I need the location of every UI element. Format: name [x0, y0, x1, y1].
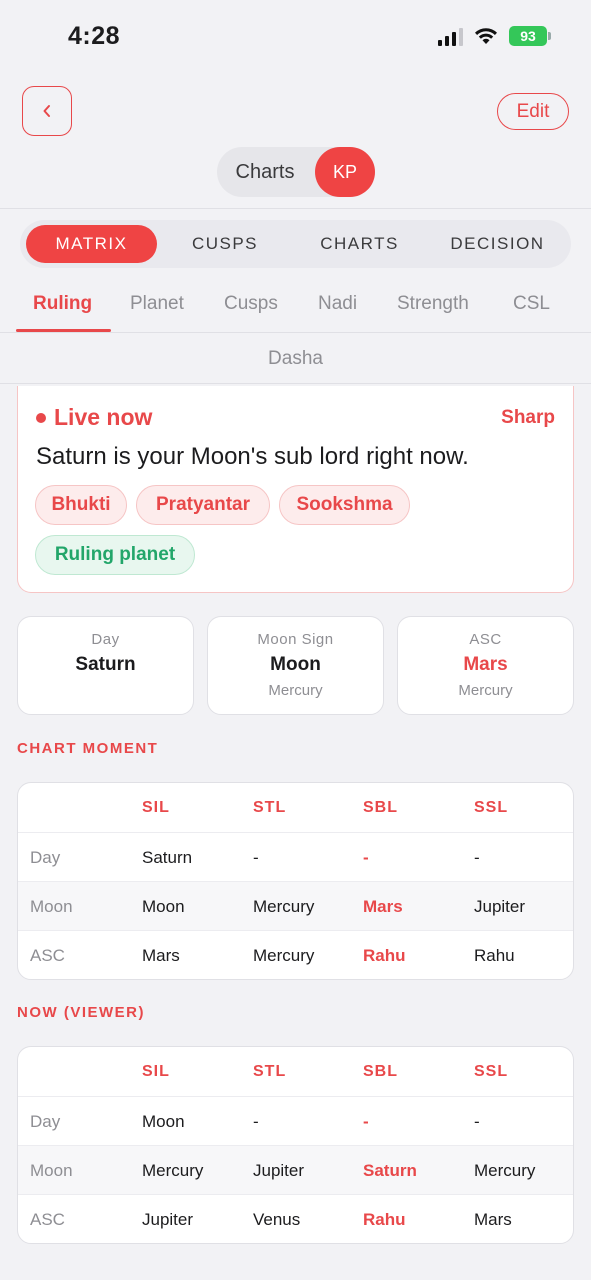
chip-pratyantar[interactable]: Pratyantar [136, 485, 270, 525]
row-label: Day [30, 1111, 61, 1131]
section-title-chart-moment: CHART MOMENT [17, 740, 159, 757]
row-label: Moon [30, 896, 73, 916]
main-tabs: MATRIX CUSPS CHARTS DECISION [20, 220, 571, 268]
divider [0, 332, 591, 333]
divider [0, 208, 591, 209]
subtab-ruling[interactable]: Ruling [33, 293, 92, 315]
chevron-left-icon [43, 105, 50, 117]
table-cell: Jupiter [142, 1209, 194, 1229]
table-row: Moon Mercury Jupiter Saturn Mercury [18, 1145, 573, 1194]
table-cell: Saturn [142, 847, 193, 867]
table-header-row: SIL STL SBL SSL [18, 783, 573, 832]
table-header: SBL [363, 1062, 398, 1080]
tab-matrix[interactable]: MATRIX [26, 225, 157, 263]
live-now-label: Live now [54, 404, 153, 430]
table-cell: Jupiter [253, 1160, 305, 1180]
table-cell: - [363, 1111, 369, 1131]
back-button[interactable] [22, 86, 72, 136]
chip-ruling-planet[interactable]: Ruling planet [35, 535, 195, 575]
row-label: Day [30, 847, 61, 867]
info-value: Moon [270, 654, 321, 675]
edit-button[interactable]: Edit [497, 93, 569, 130]
table-cell: Rahu [474, 945, 515, 965]
subtab-strength[interactable]: Strength [397, 293, 469, 315]
tab-decision[interactable]: DECISION [440, 220, 555, 268]
table-row: Day Moon - - - [18, 1096, 573, 1145]
status-time: 4:28 [68, 22, 121, 50]
subtab-cusps[interactable]: Cusps [224, 293, 278, 315]
table-cell: Jupiter [474, 896, 526, 916]
table-cell: - [253, 1111, 259, 1131]
battery-level: 93 [509, 26, 547, 46]
chip-sookshma[interactable]: Sookshma [279, 485, 410, 525]
table-header: SSL [474, 798, 509, 816]
info-card-moon-sign: Moon Sign Moon Mercury [207, 616, 384, 715]
live-now-title: Live now [36, 404, 152, 431]
table-cell: - [474, 1111, 480, 1131]
table-cell: - [474, 847, 480, 867]
chart-mode-segment: Charts KP [217, 147, 375, 197]
table-cell: - [363, 847, 369, 867]
live-now-card: Live now Sharp Saturn is your Moon's sub… [17, 386, 574, 593]
table-cell: Mercury [474, 1160, 536, 1180]
table-header: STL [253, 1062, 287, 1080]
info-value: Mars [463, 654, 508, 675]
table-cell: Rahu [363, 1209, 406, 1229]
table-row: ASC Mars Mercury Rahu Rahu [18, 930, 573, 979]
table-header: SIL [142, 1062, 170, 1080]
table-cell: Mercury [253, 896, 315, 916]
table-cell: Moon [142, 1111, 185, 1131]
info-label: ASC [469, 631, 502, 648]
table-row: Moon Moon Mercury Mars Jupiter [18, 881, 573, 930]
table-cell: Mars [363, 896, 403, 916]
table-cell: Rahu [363, 945, 406, 965]
section-title-now-viewer: NOW (VIEWER) [17, 1004, 145, 1021]
table-row: Day Saturn - - - [18, 832, 573, 881]
row-label: ASC [30, 945, 65, 965]
row-label: Moon [30, 1160, 73, 1180]
subtab-nadi[interactable]: Nadi [318, 293, 357, 315]
sharp-label: Sharp [501, 407, 555, 428]
chip-bhukti[interactable]: Bhukti [35, 485, 127, 525]
wifi-icon [475, 28, 497, 44]
table-header: SBL [363, 798, 398, 816]
now-viewer-table: SIL STL SBL SSL Day Moon - - - Moon Merc… [17, 1046, 574, 1244]
table-cell: Mercury [142, 1160, 204, 1180]
segment-charts[interactable]: Charts [217, 147, 313, 197]
subtab-dasha[interactable]: Dasha [0, 334, 591, 384]
subtab-planet[interactable]: Planet [130, 293, 184, 315]
subtab-csl[interactable]: CSL [513, 293, 550, 315]
table-cell: Venus [253, 1209, 301, 1229]
table-cell: Mars [474, 1209, 512, 1229]
info-card-day: Day Saturn [17, 616, 194, 715]
info-sub: Mercury [268, 682, 323, 699]
info-value: Saturn [75, 654, 136, 675]
table-header-row: SIL STL SBL SSL [18, 1047, 573, 1096]
info-label: Moon Sign [257, 631, 334, 648]
table-cell: Mercury [253, 945, 315, 965]
live-text: Saturn is your Moon's sub lord right now… [36, 443, 469, 470]
chart-moment-table: SIL STL SBL SSL Day Saturn - - - Moon Mo… [17, 782, 574, 980]
battery-icon: 93 [509, 26, 551, 46]
table-header: SIL [142, 798, 170, 816]
live-dot-icon [36, 412, 46, 423]
table-cell: Mars [142, 945, 180, 965]
table-header: SSL [474, 1062, 509, 1080]
table-header: STL [253, 798, 287, 816]
tab-charts[interactable]: CHARTS [302, 220, 417, 268]
tab-cusps[interactable]: CUSPS [170, 220, 280, 268]
info-label: Day [91, 631, 120, 648]
segment-kp[interactable]: KP [315, 147, 375, 197]
table-row: ASC Jupiter Venus Rahu Mars [18, 1194, 573, 1243]
table-cell: Moon [142, 896, 185, 916]
info-card-asc: ASC Mars Mercury [397, 616, 574, 715]
status-icons: 93 [438, 26, 551, 46]
row-label: ASC [30, 1209, 65, 1229]
table-cell: - [253, 847, 259, 867]
table-cell: Saturn [363, 1160, 417, 1180]
signal-icon [438, 26, 463, 46]
info-sub: Mercury [458, 682, 513, 699]
